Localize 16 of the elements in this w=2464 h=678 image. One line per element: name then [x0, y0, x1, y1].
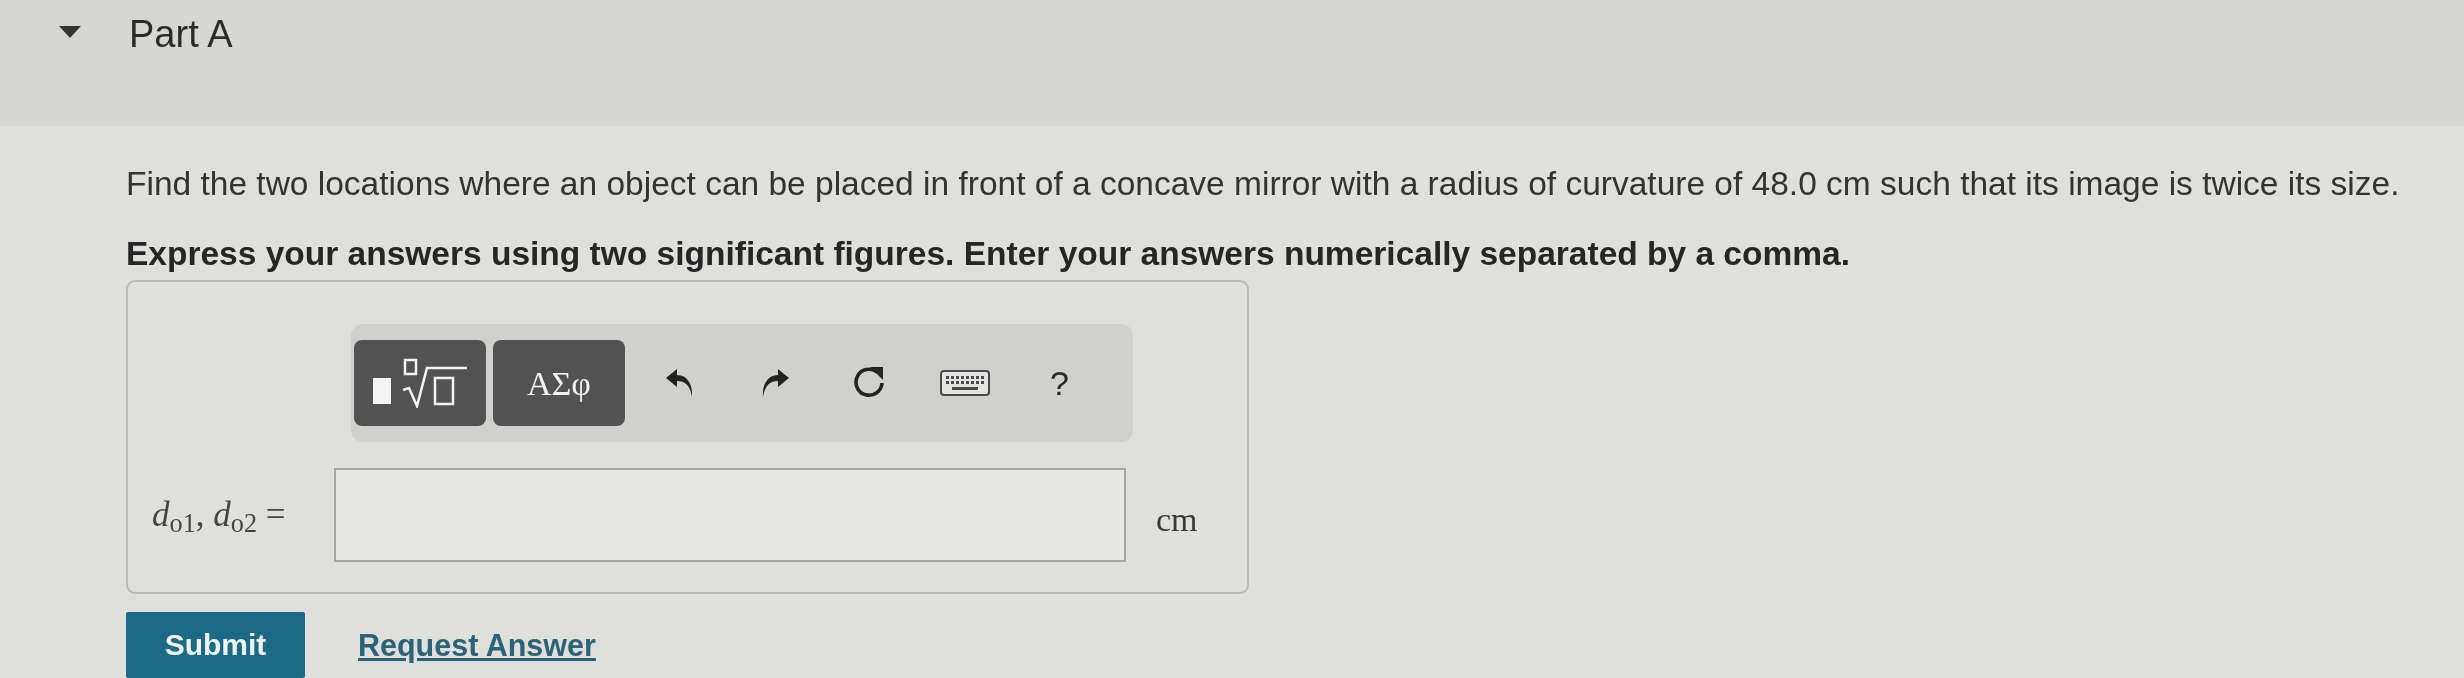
part-title[interactable]: Part A: [129, 12, 233, 56]
templates-button[interactable]: [354, 340, 486, 426]
symbols-button[interactable]: ΑΣφ: [493, 340, 625, 426]
caret-icon[interactable]: [59, 26, 81, 38]
keyboard-icon: [939, 370, 990, 396]
request-answer-link[interactable]: Request Answer: [358, 621, 596, 669]
radical-template-icon: [371, 358, 469, 408]
reset-icon: [852, 366, 887, 400]
unit-label: cm: [1156, 499, 1198, 540]
question-text: Find the two locations where an object can be placed in front of a concave mirror with a radius of curvature of 48.0 cm such that its image is twice its size.: [126, 166, 2401, 202]
instruction-text: Express your answers using two significant figures. Enter your answers numerically separated by a comma.: [126, 236, 1851, 272]
undo-icon: [664, 368, 695, 398]
answer-field[interactable]: [334, 468, 1126, 562]
submit-button[interactable]: Submit: [126, 612, 305, 678]
help-button[interactable]: ?: [1012, 340, 1107, 426]
answer-label: d$_{o1}$, d$_{o2}$ =: [152, 493, 287, 541]
